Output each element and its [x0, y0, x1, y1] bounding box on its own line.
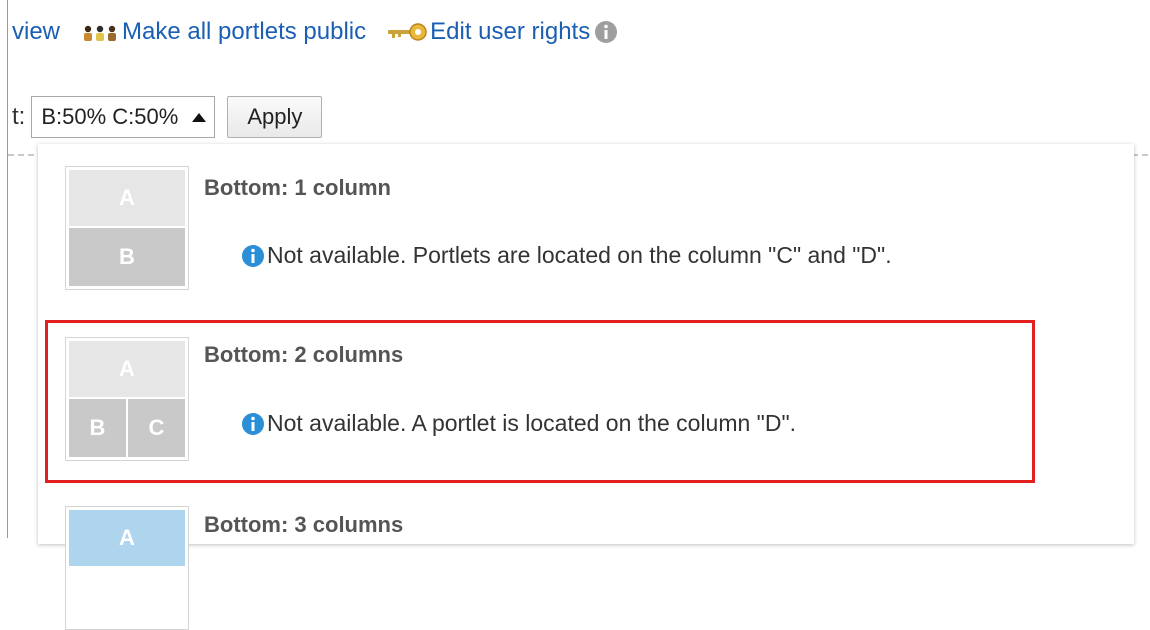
edit-rights-link[interactable]: Edit user rights	[430, 18, 590, 46]
thumb-cell-c: C	[128, 399, 185, 457]
toolbar: view Make all portlets public Edit user …	[12, 14, 618, 50]
info-icon	[242, 244, 264, 267]
people-icon	[84, 25, 117, 41]
info-icon[interactable]	[594, 20, 618, 44]
page-left-border	[7, 0, 8, 538]
layout-thumbnail: A	[65, 506, 189, 630]
chevron-up-icon	[192, 112, 207, 122]
layout-thumbnail: A B C	[65, 337, 189, 461]
edit-rights-item[interactable]: Edit user rights	[366, 18, 618, 46]
view-link[interactable]: view	[12, 18, 60, 46]
layout-dropdown: A B Bottom: 1 column Not available. Port…	[38, 144, 1134, 630]
option-title: Bottom: 3 columns	[204, 512, 404, 537]
layout-select-value: B:50% C:50%	[41, 104, 179, 129]
option-note: Not available. A portlet is located on t…	[241, 410, 796, 437]
make-public-item[interactable]: Make all portlets public	[60, 18, 366, 46]
thumb-cell-b: B	[69, 399, 126, 457]
apply-button[interactable]: Apply	[227, 96, 323, 138]
layout-select[interactable]: B:50% C:50%	[31, 96, 216, 138]
option-note-text: Not available. Portlets are located on t…	[267, 242, 892, 268]
layout-row: t: B:50% C:50% Apply	[12, 94, 323, 140]
thumb-cell-a: A	[69, 510, 185, 566]
thumb-cell-b: B	[69, 228, 185, 286]
layout-thumbnail: A B	[65, 166, 189, 290]
option-note: Not available. Portlets are located on t…	[241, 242, 892, 269]
option-note-text: Not available. A portlet is located on t…	[267, 410, 797, 436]
option-title: Bottom: 1 column	[204, 175, 391, 200]
info-icon	[242, 412, 264, 435]
key-icon	[388, 23, 427, 41]
thumb-cell-a: A	[69, 341, 185, 397]
layout-label: t:	[12, 103, 26, 130]
option-title: Bottom: 2 columns	[204, 342, 404, 367]
thumb-cell-a: A	[69, 170, 185, 226]
make-public-link[interactable]: Make all portlets public	[122, 18, 366, 46]
